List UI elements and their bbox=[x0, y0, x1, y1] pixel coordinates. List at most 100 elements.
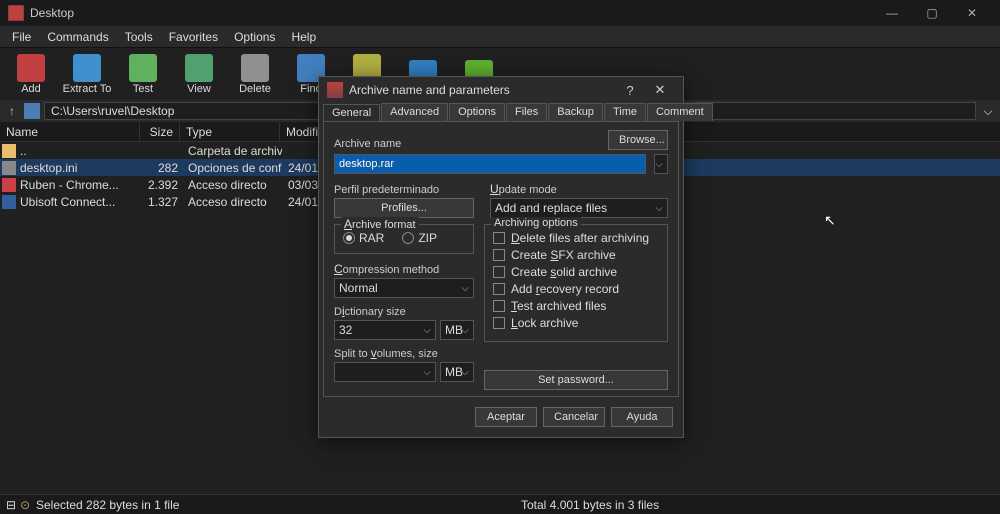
menu-favorites[interactable]: Favorites bbox=[161, 28, 226, 46]
menu-commands[interactable]: Commands bbox=[39, 28, 116, 46]
split-unit-select[interactable]: MB bbox=[440, 362, 474, 382]
col-type[interactable]: Type bbox=[180, 122, 280, 141]
col-name[interactable]: Name bbox=[0, 122, 140, 141]
file-type: Acceso directo bbox=[182, 178, 282, 192]
col-size[interactable]: Size bbox=[140, 122, 180, 141]
menu-file[interactable]: File bbox=[4, 28, 39, 46]
archive-dialog: Archive name and parameters ? ✕ GeneralA… bbox=[318, 76, 684, 438]
toolbar-Add[interactable]: Add bbox=[4, 50, 58, 98]
format-legend: Archive format bbox=[341, 217, 419, 231]
toolbar-label: Extract To bbox=[63, 83, 112, 95]
update-mode-label: Update mode bbox=[490, 182, 668, 196]
checkbox-opt-5[interactable]: Lock archive bbox=[493, 316, 659, 330]
checkbox-opt-2[interactable]: Create solid archive bbox=[493, 265, 659, 279]
profiles-button[interactable]: Profiles... bbox=[334, 198, 474, 218]
toolbar-View[interactable]: View bbox=[172, 50, 226, 98]
dialog-footer: Aceptar Cancelar Ayuda bbox=[319, 401, 683, 433]
checkbox-opt-4[interactable]: Test archived files bbox=[493, 299, 659, 313]
file-icon bbox=[2, 178, 16, 192]
compression-value: Normal bbox=[339, 281, 378, 295]
dialog-close-button[interactable]: ✕ bbox=[645, 82, 675, 98]
menubar: File Commands Tools Favorites Options He… bbox=[0, 26, 1000, 48]
file-type: Carpeta de archivos bbox=[182, 144, 282, 158]
statusbar: ⊟ ⊙ Selected 282 bytes in 1 file Total 4… bbox=[0, 494, 1000, 514]
checkbox-icon bbox=[493, 283, 505, 295]
toolbar-Extract To[interactable]: Extract To bbox=[60, 50, 114, 98]
close-button[interactable]: ✕ bbox=[952, 0, 992, 26]
app-icon bbox=[8, 5, 24, 21]
tab-advanced[interactable]: Advanced bbox=[381, 103, 448, 121]
up-icon[interactable]: ↑ bbox=[4, 104, 20, 118]
status-right: Total 4.001 bytes in 3 files bbox=[515, 498, 1000, 512]
archive-name-label: Archive name bbox=[334, 138, 600, 150]
menu-help[interactable]: Help bbox=[283, 28, 324, 46]
file-name: Ubisoft Connect... bbox=[20, 195, 142, 209]
toolbar-label: Test bbox=[133, 83, 153, 95]
status-icons: ⊟ ⊙ bbox=[6, 498, 30, 512]
help-button[interactable]: Ayuda bbox=[611, 407, 673, 427]
archive-format-group: Archive format RAR ZIP bbox=[334, 224, 474, 254]
radio-zip[interactable]: ZIP bbox=[402, 231, 437, 245]
archiving-options-group: Archiving options Delete files after arc… bbox=[484, 224, 668, 342]
dialog-title: Archive name and parameters bbox=[349, 83, 615, 97]
path-dropdown[interactable]: ⌵ bbox=[980, 104, 996, 119]
cancel-button[interactable]: Cancelar bbox=[543, 407, 605, 427]
browse-button[interactable]: Browse... bbox=[608, 130, 668, 150]
toolbar-icon bbox=[185, 54, 213, 82]
checkbox-label: Create solid archive bbox=[511, 265, 617, 279]
menu-tools[interactable]: Tools bbox=[117, 28, 161, 46]
checkbox-opt-1[interactable]: Create SFX archive bbox=[493, 248, 659, 262]
menu-options[interactable]: Options bbox=[226, 28, 283, 46]
checkbox-label: Test archived files bbox=[511, 299, 606, 313]
toolbar-label: Delete bbox=[239, 83, 271, 95]
dictionary-unit-select[interactable]: MB bbox=[440, 320, 474, 340]
tab-comment[interactable]: Comment bbox=[647, 103, 713, 121]
toolbar-icon bbox=[129, 54, 157, 82]
status-left: Selected 282 bytes in 1 file bbox=[0, 498, 515, 512]
tab-time[interactable]: Time bbox=[604, 103, 646, 121]
file-size: 282 bbox=[142, 161, 182, 175]
checkbox-label: Create SFX archive bbox=[511, 248, 616, 262]
file-icon bbox=[2, 161, 16, 175]
dialog-help-button[interactable]: ? bbox=[615, 83, 645, 98]
radio-rar[interactable]: RAR bbox=[343, 231, 384, 245]
profile-label: Perfil predeterminado bbox=[334, 184, 474, 196]
dictionary-label: Dictionary size bbox=[334, 304, 474, 318]
archive-name-input[interactable] bbox=[334, 154, 646, 174]
ok-button[interactable]: Aceptar bbox=[475, 407, 537, 427]
titlebar: Desktop — ▢ ✕ bbox=[0, 0, 1000, 26]
tab-options[interactable]: Options bbox=[449, 103, 505, 121]
dictionary-size-select[interactable]: 32 bbox=[334, 320, 436, 340]
checkbox-icon bbox=[493, 266, 505, 278]
checkbox-opt-0[interactable]: Delete files after archiving bbox=[493, 231, 659, 245]
archive-name-dropdown[interactable] bbox=[654, 154, 668, 174]
toolbar-label: View bbox=[187, 83, 211, 95]
checkbox-icon bbox=[493, 249, 505, 261]
drive-icon[interactable] bbox=[24, 103, 40, 119]
update-mode-select[interactable]: Add and replace files bbox=[490, 198, 668, 218]
file-type: Opciones de confi... bbox=[182, 161, 282, 175]
dictionary-value: 32 bbox=[339, 323, 352, 337]
minimize-button[interactable]: — bbox=[872, 0, 912, 26]
checkbox-opt-3[interactable]: Add recovery record bbox=[493, 282, 659, 296]
tab-general[interactable]: General bbox=[323, 104, 380, 122]
split-size-select[interactable] bbox=[334, 362, 436, 382]
dialog-tabs: GeneralAdvancedOptionsFilesBackupTimeCom… bbox=[319, 103, 683, 121]
set-password-button[interactable]: Set password... bbox=[484, 370, 668, 390]
checkbox-icon bbox=[493, 232, 505, 244]
toolbar-Test[interactable]: Test bbox=[116, 50, 170, 98]
options-legend: Archiving options bbox=[491, 217, 581, 229]
toolbar-icon bbox=[241, 54, 269, 82]
toolbar-label: Add bbox=[21, 83, 41, 95]
dictionary-unit: MB bbox=[445, 323, 463, 337]
dialog-titlebar[interactable]: Archive name and parameters ? ✕ bbox=[319, 77, 683, 103]
compression-label: Compression method bbox=[334, 262, 474, 276]
tab-backup[interactable]: Backup bbox=[548, 103, 603, 121]
lock-icon: ⊙ bbox=[20, 498, 30, 512]
update-mode-value: Add and replace files bbox=[495, 201, 607, 215]
tab-files[interactable]: Files bbox=[506, 103, 547, 121]
toolbar-Delete[interactable]: Delete bbox=[228, 50, 282, 98]
checkbox-label: Delete files after archiving bbox=[511, 231, 649, 245]
compression-select[interactable]: Normal bbox=[334, 278, 474, 298]
maximize-button[interactable]: ▢ bbox=[912, 0, 952, 26]
